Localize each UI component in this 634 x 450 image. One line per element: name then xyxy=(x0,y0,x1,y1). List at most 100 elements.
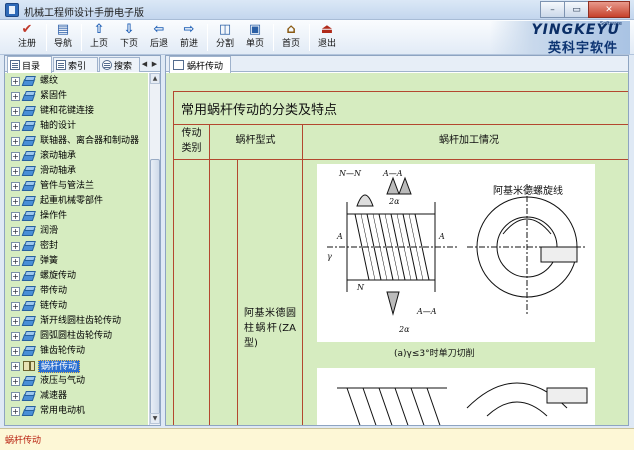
label-a-mid: A xyxy=(438,232,445,241)
expand-icon[interactable]: + xyxy=(11,122,20,131)
tree-item[interactable]: + 联轴器、离合器和制动器 xyxy=(5,134,148,149)
brand-logo: Software YINGKEYU 英科宇软件 xyxy=(490,21,630,56)
tree-item[interactable]: + 螺纹 xyxy=(5,74,148,89)
tab-search[interactable]: 搜索 xyxy=(99,57,140,72)
chapter-icon xyxy=(21,91,36,102)
label-2alpha-top: 2α xyxy=(388,197,400,206)
scroll-down-icon[interactable]: ▼ xyxy=(150,413,160,424)
expand-icon[interactable]: + xyxy=(11,287,20,296)
navigation-tabs: 目录 索引 搜索 ◀ ▶ xyxy=(5,56,160,73)
close-button[interactable]: ✕ xyxy=(588,1,630,18)
expand-icon[interactable]: + xyxy=(11,407,20,416)
tree-item[interactable]: + 滚动轴承 xyxy=(5,149,148,164)
tree-item[interactable]: + 圆弧圆柱齿轮传动 xyxy=(5,329,148,344)
tree-item[interactable]: + 起重机械零部件 xyxy=(5,194,148,209)
tab-index[interactable]: 索引 xyxy=(53,57,98,72)
register-check-icon: ✔ xyxy=(21,22,33,37)
tree-item[interactable]: + 弹簧 xyxy=(5,254,148,269)
expand-icon[interactable]: + xyxy=(11,272,20,281)
tree-item[interactable]: + 滑动轴承 xyxy=(5,164,148,179)
expand-icon[interactable]: + xyxy=(11,227,20,236)
tree-item[interactable]: + 润滑 xyxy=(5,224,148,239)
expand-icon[interactable]: + xyxy=(11,257,20,266)
next-page-button[interactable]: ⇩ 下页 xyxy=(114,22,144,53)
expand-icon[interactable]: + xyxy=(11,182,20,191)
expand-icon[interactable]: + xyxy=(11,137,20,146)
scrollbar-thumb[interactable] xyxy=(150,159,160,417)
navigation-button[interactable]: ▤ 导航 xyxy=(48,22,78,53)
tab-catalog[interactable]: 目录 xyxy=(7,56,52,73)
tree-item[interactable]: + 链传动 xyxy=(5,299,148,314)
navigation-label: 导航 xyxy=(53,39,72,49)
home-button[interactable]: ⌂ 首页 xyxy=(276,22,306,53)
tree-item[interactable]: + 带传动 xyxy=(5,284,148,299)
title-bar: 机械工程师设计手册电子版 – ▭ ✕ xyxy=(0,0,634,20)
label-a-left: A xyxy=(336,232,343,241)
tree-item[interactable]: + 操作件 xyxy=(5,209,148,224)
back-button[interactable]: ⇦ 后退 xyxy=(144,22,174,53)
expand-icon[interactable]: + xyxy=(11,347,20,356)
expand-icon[interactable]: + xyxy=(11,152,20,161)
tree-item[interactable]: + 减速器 xyxy=(5,389,148,404)
tree-item-selected[interactable]: + 蜗杆传动 xyxy=(5,359,148,374)
label-n-bottom: N xyxy=(356,283,365,292)
tree-item[interactable]: + 轴的设计 xyxy=(5,119,148,134)
chapter-icon xyxy=(21,286,36,297)
expand-icon[interactable]: + xyxy=(11,167,20,176)
tree-item[interactable]: + 键和花键连接 xyxy=(5,104,148,119)
prev-page-button[interactable]: ⇧ 上页 xyxy=(84,22,114,53)
tree-item[interactable]: + 密封 xyxy=(5,239,148,254)
expand-icon[interactable]: + xyxy=(11,77,20,86)
label-archimedes-spiral: 阿基米德螺旋线 xyxy=(493,184,563,197)
tab-scroll-right-icon[interactable]: ▶ xyxy=(150,58,159,70)
tree-item[interactable]: + 液压与气动 xyxy=(5,374,148,389)
exit-button[interactable]: ⏏ 退出 xyxy=(312,22,342,53)
tree-item[interactable]: + 螺旋传动 xyxy=(5,269,148,284)
tree-item-label: 起重机械零部件 xyxy=(40,196,104,206)
tree-item[interactable]: + 锥齿轮传动 xyxy=(5,344,148,359)
expand-icon[interactable]: + xyxy=(11,317,20,326)
tool-teeth-top xyxy=(386,176,412,195)
expand-icon[interactable]: + xyxy=(11,92,20,101)
chapter-icon xyxy=(21,106,36,117)
tree-item-label: 弹簧 xyxy=(40,256,59,266)
single-page-button[interactable]: ▣ 单页 xyxy=(240,22,270,53)
chapter-icon xyxy=(21,151,36,162)
expand-icon[interactable]: + xyxy=(11,392,20,401)
tab-worm-drive[interactable]: 蜗杆传动 xyxy=(169,56,231,73)
tree-item-label: 润滑 xyxy=(40,226,59,236)
forward-button[interactable]: ⇨ 前进 xyxy=(174,22,204,53)
expand-icon[interactable]: + xyxy=(11,377,20,386)
minimize-button[interactable]: – xyxy=(540,1,565,18)
maximize-button[interactable]: ▭ xyxy=(564,1,589,18)
tree-scrollbar[interactable]: ▲ ▼ xyxy=(149,73,160,425)
scroll-up-icon[interactable]: ▲ xyxy=(150,73,160,84)
expand-icon[interactable]: + xyxy=(11,332,20,341)
register-label: 注册 xyxy=(17,39,36,49)
register-button[interactable]: ✔ 注册 xyxy=(12,22,42,53)
document-content: 常用蜗杆传动的分类及特点 传动 类别 蜗杆型式 蜗杆加工情况 阿基米德圆柱蜗杆(… xyxy=(166,73,628,425)
tree-item[interactable]: + 渐开线圆柱齿轮传动 xyxy=(5,314,148,329)
table-title: 常用蜗杆传动的分类及特点 xyxy=(181,103,338,118)
chapter-icon xyxy=(21,376,36,387)
expand-icon[interactable]: + xyxy=(11,107,20,116)
tree-item[interactable]: + 常用电动机 xyxy=(5,404,148,419)
expand-icon[interactable]: + xyxy=(11,212,20,221)
expand-icon[interactable]: + xyxy=(11,197,20,206)
tree-item[interactable]: + 紧固件 xyxy=(5,89,148,104)
app-icon xyxy=(5,3,19,17)
exit-icon: ⏏ xyxy=(320,22,334,37)
toolbar-separator xyxy=(207,24,208,51)
label-2alpha-bottom: 2α xyxy=(398,325,410,334)
chapter-icon xyxy=(21,226,36,237)
worm-cutting-drawing-b xyxy=(317,368,595,425)
expand-icon[interactable]: + xyxy=(11,362,20,371)
tree-item-label: 带传动 xyxy=(40,286,68,296)
tree-item[interactable]: + 管件与管法兰 xyxy=(5,179,148,194)
split-button[interactable]: ◫ 分割 xyxy=(210,22,240,53)
table-rule xyxy=(174,159,628,160)
expand-icon[interactable]: + xyxy=(11,242,20,251)
tab-scroll-left-icon[interactable]: ◀ xyxy=(140,58,149,70)
expand-icon[interactable]: + xyxy=(11,302,20,311)
tree-item-label: 滚动轴承 xyxy=(40,151,77,161)
